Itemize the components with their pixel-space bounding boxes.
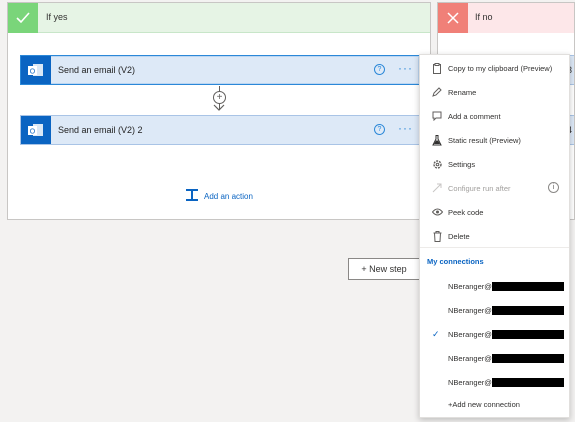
connection-item[interactable]: NBeranger@: [420, 371, 569, 393]
menu-item-settings[interactable]: Settings: [420, 153, 569, 175]
add-action-icon: [185, 188, 199, 204]
menu-item-delete[interactable]: Delete: [420, 225, 569, 247]
trash-icon: [431, 230, 443, 242]
connection-item[interactable]: ✓ NBeranger@: [420, 323, 569, 345]
help-icon[interactable]: ?: [374, 124, 385, 135]
menu-item-label: Settings: [448, 159, 476, 169]
if-no-title: If no: [475, 12, 493, 22]
gear-icon: [431, 158, 443, 170]
menu-divider: [420, 247, 569, 248]
eye-icon: [431, 206, 443, 218]
action-context-menu: Copy to my clipboard (Preview) Rename Ad…: [419, 54, 570, 418]
redacted-block: [491, 305, 564, 315]
redacted-block: [491, 377, 564, 387]
connection-email: NBeranger@: [448, 353, 492, 363]
svg-text:O: O: [30, 129, 36, 136]
more-options-button[interactable]: ···: [398, 61, 413, 75]
redacted-block: [491, 281, 564, 291]
connection-email: NBeranger@: [448, 281, 492, 291]
outlook-icon: O: [21, 56, 51, 84]
if-yes-branch: If yes O Send an email (V2) ? ··· + O Se…: [7, 2, 431, 220]
menu-item-peek-code[interactable]: Peek code: [420, 201, 569, 223]
if-yes-header[interactable]: If yes: [8, 3, 430, 33]
menu-item-label: Delete: [448, 231, 470, 241]
help-icon[interactable]: ?: [374, 64, 385, 75]
menu-item-configure-run-after[interactable]: Configure run after i: [420, 177, 569, 199]
connection-email: NBeranger@: [448, 377, 492, 387]
close-icon: [438, 3, 468, 33]
action-title: Send an email (V2): [58, 65, 136, 75]
arrow-down-icon: [213, 104, 225, 114]
redacted-block: [491, 353, 564, 363]
connection-email: NBeranger@: [448, 329, 492, 339]
connection-email: NBeranger@: [448, 305, 492, 315]
checkmark-icon: [8, 3, 38, 33]
pencil-icon: [431, 86, 443, 98]
my-connections-label: My connections: [427, 257, 484, 266]
clipboard-icon: [431, 62, 443, 74]
add-new-connection-link[interactable]: +Add new connection: [448, 400, 520, 409]
menu-item-label: Static result (Preview): [448, 135, 521, 145]
menu-item-copy-clipboard[interactable]: Copy to my clipboard (Preview): [420, 57, 569, 79]
menu-item-label: Configure run after: [448, 183, 511, 193]
action-title: Send an email (V2) 2: [58, 125, 143, 135]
menu-item-label: Add a comment: [448, 111, 501, 121]
flask-icon: [431, 134, 443, 146]
new-step-button[interactable]: + New step: [348, 258, 420, 280]
menu-item-static-result[interactable]: Static result (Preview): [420, 129, 569, 151]
info-icon[interactable]: i: [548, 182, 559, 193]
action-card-send-email[interactable]: O Send an email (V2) ? ···: [20, 55, 420, 85]
connection-item[interactable]: NBeranger@: [420, 275, 569, 297]
menu-item-rename[interactable]: Rename: [420, 81, 569, 103]
menu-item-label: Copy to my clipboard (Preview): [448, 63, 553, 73]
action-card-send-email-2[interactable]: O Send an email (V2) 2 ? ···: [20, 115, 420, 145]
insert-step-plus-icon[interactable]: +: [213, 91, 226, 104]
redacted-block: [491, 329, 564, 339]
menu-item-add-comment[interactable]: Add a comment: [420, 105, 569, 127]
checkmark-icon: ✓: [432, 328, 440, 339]
add-action-button[interactable]: Add an action: [185, 188, 253, 204]
more-options-button[interactable]: ···: [398, 121, 413, 135]
menu-item-label: Rename: [448, 87, 477, 97]
svg-text:O: O: [30, 69, 36, 76]
if-yes-title: If yes: [46, 12, 68, 22]
comment-icon: [431, 110, 443, 122]
connection-item[interactable]: NBeranger@: [420, 299, 569, 321]
outlook-icon: O: [21, 116, 51, 144]
run-after-icon: [431, 182, 443, 194]
if-no-header[interactable]: If no: [438, 3, 574, 33]
connection-item[interactable]: NBeranger@: [420, 347, 569, 369]
add-action-label: Add an action: [204, 191, 253, 201]
menu-item-label: Peek code: [448, 207, 484, 217]
